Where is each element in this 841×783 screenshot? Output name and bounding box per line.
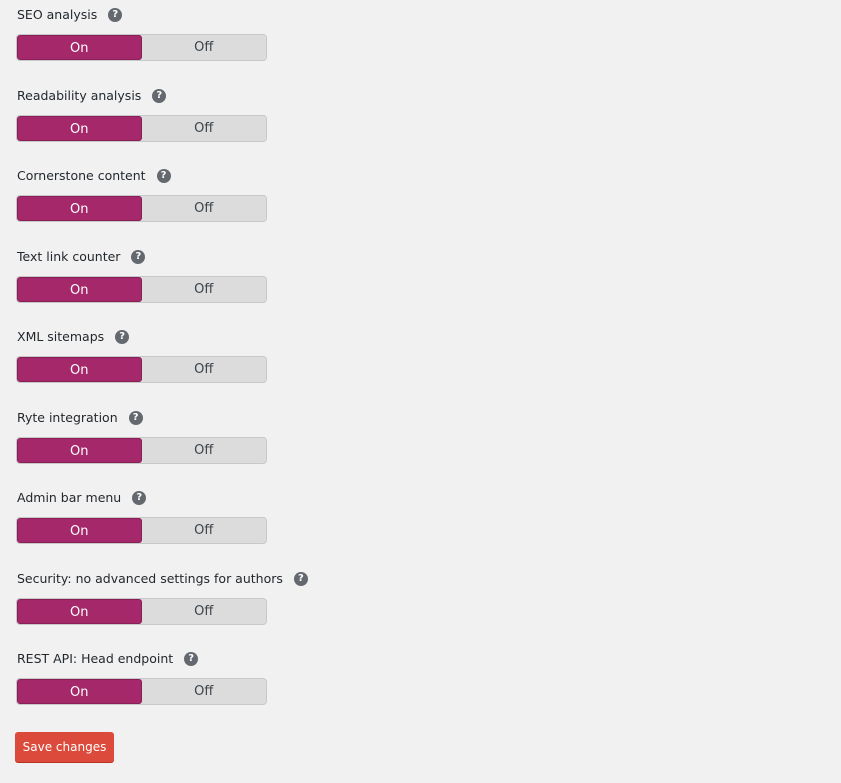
- toggle-off-option[interactable]: Off: [141, 598, 266, 624]
- setting-header: REST API: Head endpoint ?: [17, 650, 199, 668]
- toggle-on-option[interactable]: On: [17, 115, 142, 141]
- seo-analysis-toggle[interactable]: On Off: [16, 34, 267, 61]
- toggle-on-option[interactable]: On: [17, 357, 142, 382]
- setting-row-readability-analysis: Readability analysis ? On Off: [16, 81, 836, 162]
- setting-label: Cornerstone content: [17, 168, 146, 183]
- features-settings-panel: SEO analysis ? On Off Readability analys…: [16, 0, 836, 725]
- setting-label: XML sitemaps: [17, 329, 105, 344]
- setting-header: Security: no advanced settings for autho…: [17, 570, 308, 588]
- help-icon[interactable]: ?: [156, 169, 171, 183]
- setting-label: Security: no advanced settings for autho…: [17, 570, 283, 586]
- toggle-on-option[interactable]: On: [17, 437, 142, 463]
- setting-header: Cornerstone content ?: [17, 167, 171, 185]
- toggle-on-option[interactable]: On: [17, 196, 142, 221]
- setting-row-security-authors: Security: no advanced settings for autho…: [16, 564, 836, 645]
- text-link-counter-toggle[interactable]: On Off: [16, 275, 267, 303]
- toggle-on-option[interactable]: On: [17, 35, 142, 60]
- toggle-off-option[interactable]: Off: [141, 679, 266, 704]
- setting-label: Text link counter: [17, 248, 121, 264]
- toggle-off-option[interactable]: Off: [141, 276, 266, 302]
- cornerstone-content-toggle[interactable]: On Off: [16, 195, 267, 222]
- help-icon[interactable]: ?: [131, 249, 146, 264]
- setting-row-admin-bar-menu: Admin bar menu ? On Off: [16, 483, 836, 564]
- xml-sitemaps-toggle[interactable]: On Off: [16, 356, 267, 383]
- setting-label: Admin bar menu: [17, 490, 122, 505]
- setting-header: XML sitemaps ?: [17, 328, 130, 346]
- setting-row-cornerstone-content: Cornerstone content ? On Off: [16, 161, 836, 242]
- setting-row-text-link-counter: Text link counter ? On Off: [16, 242, 836, 323]
- save-changes-button[interactable]: Save changes: [15, 732, 114, 762]
- setting-label: SEO analysis: [17, 7, 98, 22]
- help-icon[interactable]: ?: [184, 652, 199, 666]
- setting-header: Admin bar menu ?: [17, 489, 147, 507]
- toggle-off-option[interactable]: Off: [141, 437, 266, 463]
- setting-label: Ryte integration: [17, 409, 118, 425]
- setting-header: Readability analysis ?: [17, 87, 167, 105]
- security-authors-toggle[interactable]: On Off: [16, 597, 267, 625]
- toggle-on-option[interactable]: On: [17, 518, 142, 543]
- help-icon[interactable]: ?: [152, 88, 167, 103]
- setting-row-seo-analysis: SEO analysis ? On Off: [16, 0, 836, 81]
- setting-row-ryte-integration: Ryte integration ? On Off: [16, 403, 836, 484]
- help-icon[interactable]: ?: [128, 410, 143, 425]
- help-icon[interactable]: ?: [108, 8, 123, 22]
- toggle-on-option[interactable]: On: [17, 679, 142, 704]
- help-icon[interactable]: ?: [115, 330, 130, 344]
- setting-header: SEO analysis ?: [17, 6, 123, 24]
- toggle-off-option[interactable]: Off: [141, 357, 266, 382]
- setting-label: REST API: Head endpoint: [17, 651, 174, 666]
- toggle-off-option[interactable]: Off: [141, 115, 266, 141]
- help-icon[interactable]: ?: [132, 491, 147, 505]
- rest-api-head-endpoint-toggle[interactable]: On Off: [16, 678, 267, 705]
- setting-header: Text link counter ?: [17, 248, 146, 266]
- setting-row-rest-api-head-endpoint: REST API: Head endpoint ? On Off: [16, 644, 836, 725]
- toggle-on-option[interactable]: On: [17, 598, 142, 624]
- toggle-off-option[interactable]: Off: [141, 196, 266, 221]
- ryte-integration-toggle[interactable]: On Off: [16, 436, 267, 464]
- setting-label: Readability analysis: [17, 87, 142, 103]
- setting-header: Ryte integration ?: [17, 409, 143, 427]
- setting-row-xml-sitemaps: XML sitemaps ? On Off: [16, 322, 836, 403]
- admin-bar-menu-toggle[interactable]: On Off: [16, 517, 267, 544]
- toggle-off-option[interactable]: Off: [141, 35, 266, 60]
- toggle-off-option[interactable]: Off: [141, 518, 266, 543]
- help-icon[interactable]: ?: [293, 571, 308, 586]
- readability-analysis-toggle[interactable]: On Off: [16, 114, 267, 142]
- toggle-on-option[interactable]: On: [17, 276, 142, 302]
